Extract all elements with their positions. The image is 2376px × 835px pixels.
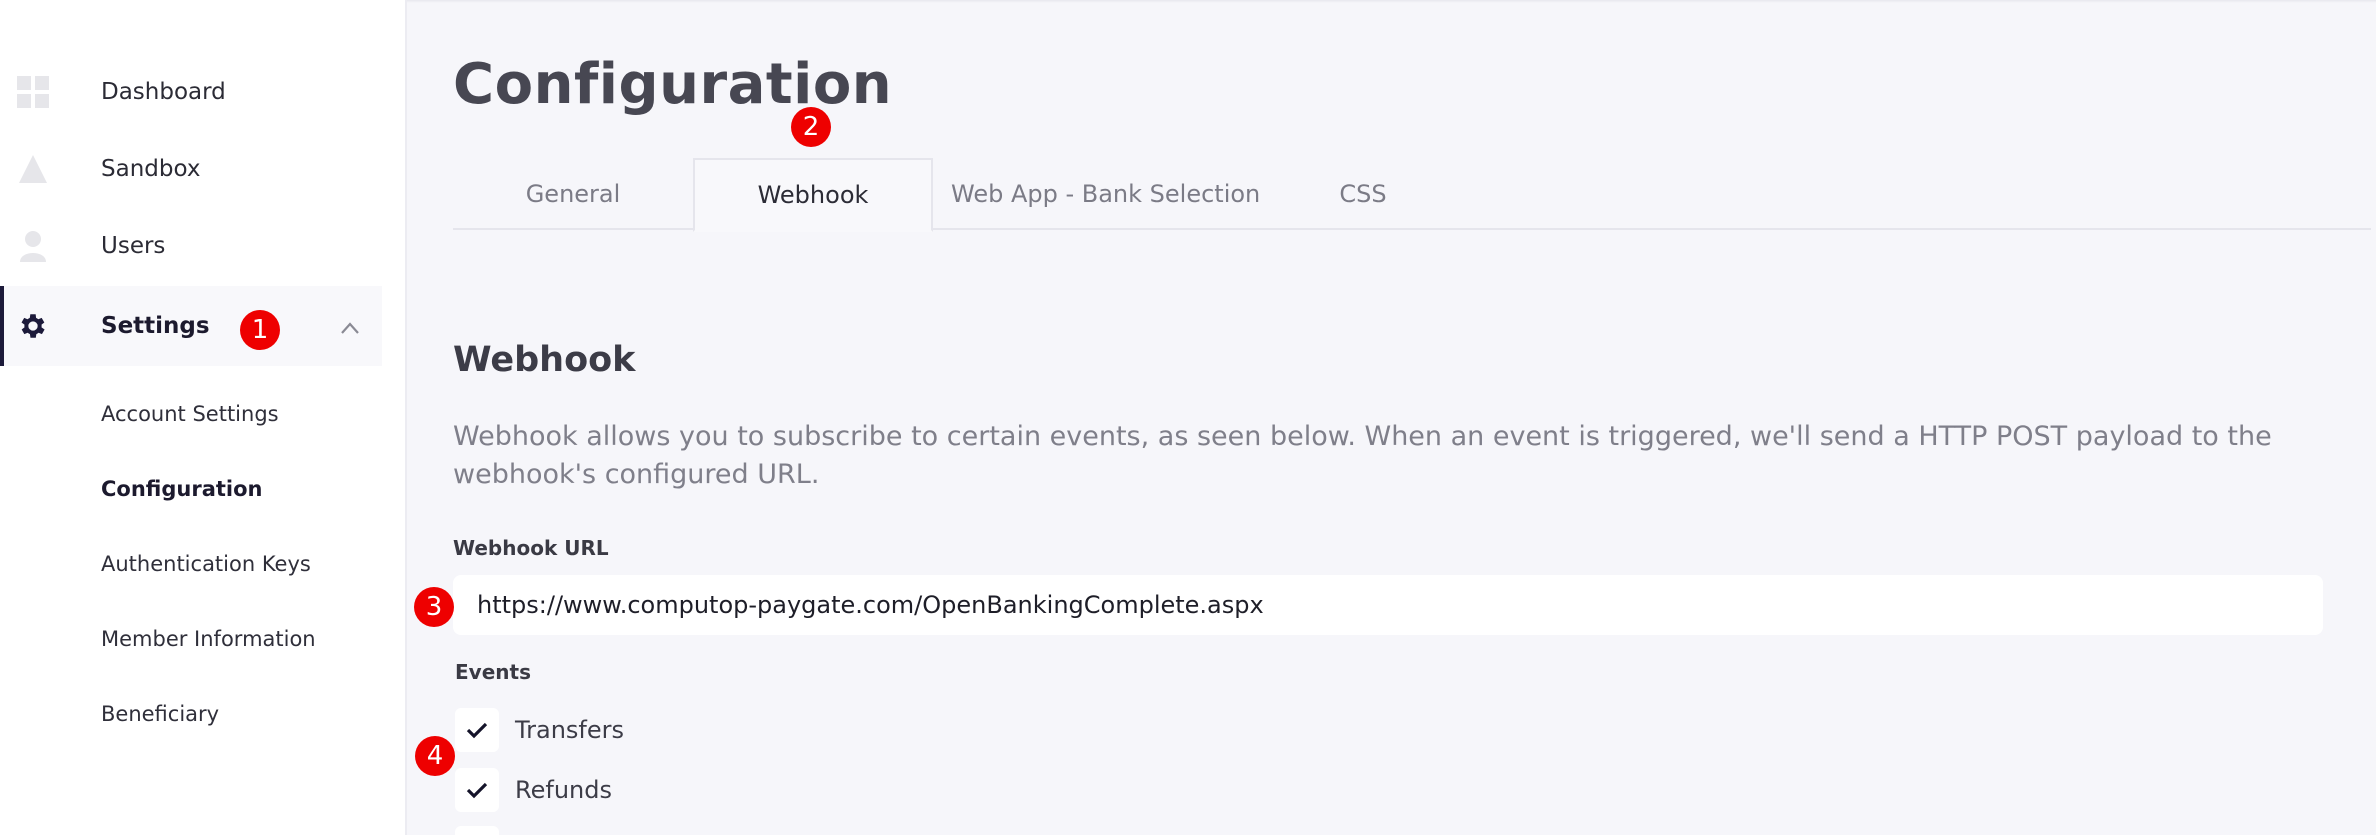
annotation-marker-3: 3 bbox=[414, 587, 454, 627]
event-transfers: Transfers bbox=[455, 708, 624, 752]
sidebar-item-sandbox[interactable]: Sandbox bbox=[0, 129, 382, 209]
refunds-checkbox[interactable] bbox=[455, 768, 499, 812]
sidebar-subitem-account-settings[interactable]: Account Settings bbox=[101, 402, 279, 426]
sidebar-subitem-authentication-keys[interactable]: Authentication Keys bbox=[101, 552, 311, 576]
partial-checkbox[interactable] bbox=[455, 826, 499, 835]
sidebar-subitem-member-information[interactable]: Member Information bbox=[101, 627, 316, 651]
tab-webhook[interactable]: Webhook bbox=[693, 158, 933, 232]
sidebar: Dashboard Sandbox Users Settings Account… bbox=[0, 0, 407, 835]
sidebar-item-label: Sandbox bbox=[101, 156, 201, 182]
sidebar-item-users[interactable]: Users bbox=[0, 206, 382, 286]
webhook-url-input[interactable] bbox=[453, 575, 2323, 635]
tab-css[interactable]: CSS bbox=[1263, 158, 1463, 230]
tab-bar: General Webhook Web App - Bank Selection… bbox=[453, 158, 2371, 232]
tab-general[interactable]: General bbox=[453, 158, 693, 230]
tab-web-app-bank-selection[interactable]: Web App - Bank Selection bbox=[933, 158, 1263, 230]
event-refunds: Refunds bbox=[455, 768, 612, 812]
chevron-up-icon[interactable] bbox=[340, 320, 360, 340]
sidebar-subitem-beneficiary[interactable]: Beneficiary bbox=[101, 702, 219, 726]
webhook-url-label: Webhook URL bbox=[453, 536, 609, 560]
triangle-icon bbox=[16, 152, 50, 186]
sidebar-item-dashboard[interactable]: Dashboard bbox=[0, 52, 382, 132]
sidebar-item-label: Settings bbox=[101, 313, 210, 339]
event-partial-row bbox=[455, 826, 499, 835]
event-label: Transfers bbox=[515, 716, 625, 744]
transfers-checkbox[interactable] bbox=[455, 708, 499, 752]
sidebar-subitem-configuration[interactable]: Configuration bbox=[101, 477, 262, 501]
grid-icon bbox=[16, 75, 50, 109]
event-label: Refunds bbox=[515, 776, 612, 804]
annotation-marker-2: 2 bbox=[791, 107, 831, 147]
annotation-marker-4: 4 bbox=[415, 736, 455, 776]
user-icon bbox=[16, 229, 50, 263]
page-title: Configuration bbox=[453, 52, 893, 117]
check-icon bbox=[466, 722, 488, 739]
sidebar-item-label: Dashboard bbox=[101, 79, 226, 105]
section-title: Webhook bbox=[453, 340, 636, 380]
sidebar-item-label: Users bbox=[101, 233, 166, 259]
gear-icon bbox=[16, 309, 50, 343]
section-description: Webhook allows you to subscribe to certa… bbox=[453, 421, 2272, 490]
sidebar-item-settings[interactable]: Settings bbox=[0, 286, 382, 366]
annotation-marker-1: 1 bbox=[240, 310, 280, 350]
check-icon bbox=[466, 782, 488, 799]
main-content: Configuration General Webhook Web App - … bbox=[409, 0, 2376, 835]
events-label: Events bbox=[455, 660, 531, 684]
